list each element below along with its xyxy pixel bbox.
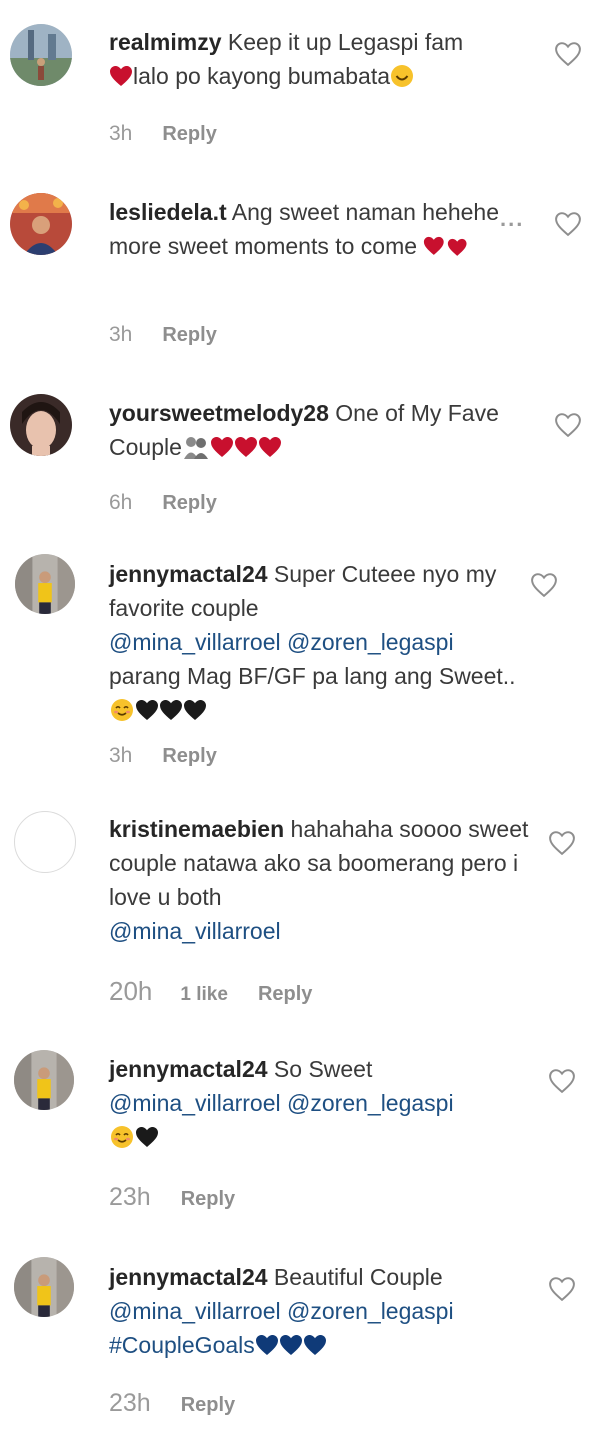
hashtag-link[interactable]: #CoupleGoals [109,1332,255,1358]
reply-button[interactable]: Reply [162,123,216,146]
avatar[interactable] [10,193,72,255]
comment-text: lalo po kayong bumabata [133,63,391,89]
comment-item: yoursweetmelody28 One of My Fave Couple … [0,370,600,540]
reply-button[interactable]: Reply [162,745,216,768]
comment-timestamp: 3h [109,744,133,767]
smiling-face-emoji [391,64,414,87]
black-heart-emoji [160,699,182,720]
avatar[interactable] [14,1050,74,1110]
comment-item: realmimzy Keep it up Legaspi fam lalo po… [0,0,600,170]
comment-body: yoursweetmelody28 One of My Fave Couple [109,396,529,464]
comment-body: jennymactal24 Beautiful Couple @mina_vil… [109,1260,529,1362]
reply-button[interactable]: Reply [181,1394,235,1417]
red-heart-emoji [210,436,233,457]
comment-username[interactable]: lesliedela.t [109,199,227,225]
comment-text: Beautiful Couple [273,1264,443,1290]
comment-username[interactable]: jennymactal24 [109,1264,268,1290]
comment-meta: 3h Reply [109,122,217,146]
mention-link[interactable]: @zoren_legaspi [287,1090,454,1116]
comment-list: realmimzy Keep it up Legaspi fam lalo po… [0,0,600,1429]
like-heart-icon[interactable] [549,1069,575,1093]
like-heart-icon[interactable] [555,413,581,437]
comment-meta: 23h Reply [109,1183,235,1212]
like-count[interactable]: 1 like [180,984,228,1006]
comment-item: kristinemaebien hahahaha soooo sweet cou… [0,790,600,1030]
comment-item: jennymactal24 Beautiful Couple @mina_vil… [0,1240,600,1429]
comment-timestamp: 23h [109,1389,151,1417]
like-heart-icon[interactable] [549,831,575,855]
blue-heart-emoji [255,1334,278,1355]
comment-timestamp: 3h [109,323,133,346]
mention-link[interactable]: @mina_villarroel [109,1298,281,1324]
comment-meta: 23h Reply [109,1389,235,1418]
comment-meta: 3h Reply [109,744,217,768]
comment-timestamp: 3h [109,122,133,145]
blue-heart-emoji [303,1334,326,1355]
like-heart-icon[interactable] [549,1277,575,1301]
comment-username[interactable]: yoursweetmelody28 [109,400,329,426]
mention-link[interactable]: @mina_villarroel [109,918,281,944]
mention-link[interactable]: @zoren_legaspi [287,629,454,655]
comment-username[interactable]: jennymactal24 [109,1056,268,1082]
avatar[interactable] [14,811,76,873]
blushing-face-emoji [111,1125,133,1148]
revolving-hearts-emoji [424,236,468,256]
comment-meta: 6h Reply [109,491,217,515]
comment-timestamp: 6h [109,491,133,514]
black-heart-emoji [136,699,158,720]
black-heart-emoji [136,1126,158,1147]
red-heart-emoji [258,436,281,457]
reply-button[interactable]: Reply [162,492,216,515]
red-heart-emoji [110,65,132,86]
comment-body: kristinemaebien hahahaha soooo sweet cou… [109,812,529,948]
avatar[interactable] [15,554,75,614]
comment-username[interactable]: realmimzy [109,29,222,55]
red-heart-emoji [234,436,257,457]
reply-button[interactable]: Reply [258,983,312,1006]
reply-button[interactable]: Reply [162,324,216,347]
avatar[interactable] [14,1257,74,1317]
black-heart-emoji [184,699,206,720]
comment-username[interactable]: jennymactal24 [109,561,268,587]
more-options-button[interactable]: ... [500,206,524,232]
comment-item: lesliedela.t Ang sweet naman hehehe more… [0,170,600,370]
comment-timestamp: 20h [109,976,153,1006]
blue-heart-emoji [279,1334,302,1355]
reply-button[interactable]: Reply [181,1188,235,1211]
comment-text: Keep it up Legaspi fam [227,29,464,55]
comment-item: jennymactal24 Super Cuteee nyo my favori… [0,540,600,790]
comment-meta: 20h 1 like Reply [109,976,312,1007]
blushing-face-emoji [111,698,133,721]
comment-body: jennymactal24 So Sweet @mina_villarroel … [109,1052,529,1154]
like-heart-icon[interactable] [555,212,581,236]
comment-body: jennymactal24 Super Cuteee nyo my favori… [109,557,519,727]
comment-text: So Sweet [273,1056,373,1082]
comment-body: lesliedela.t Ang sweet naman hehehe more… [109,195,499,263]
couple-silhouette-emoji [183,436,208,459]
mention-link[interactable]: @mina_villarroel [109,629,281,655]
avatar[interactable] [10,24,72,86]
avatar[interactable] [10,394,72,456]
comment-item: jennymactal24 So Sweet @mina_villarroel … [0,1030,600,1240]
like-heart-icon[interactable] [531,573,557,597]
mention-link[interactable]: @zoren_legaspi [287,1298,454,1324]
comment-text: parang Mag BF/GF pa lang ang Sweet.. [109,663,516,689]
comment-timestamp: 23h [109,1183,151,1211]
comment-meta: 3h Reply [109,323,217,347]
comment-body: realmimzy Keep it up Legaspi fam lalo po… [109,25,529,93]
mention-link[interactable]: @mina_villarroel [109,1090,281,1116]
comment-username[interactable]: kristinemaebien [109,816,284,842]
like-heart-icon[interactable] [555,42,581,66]
